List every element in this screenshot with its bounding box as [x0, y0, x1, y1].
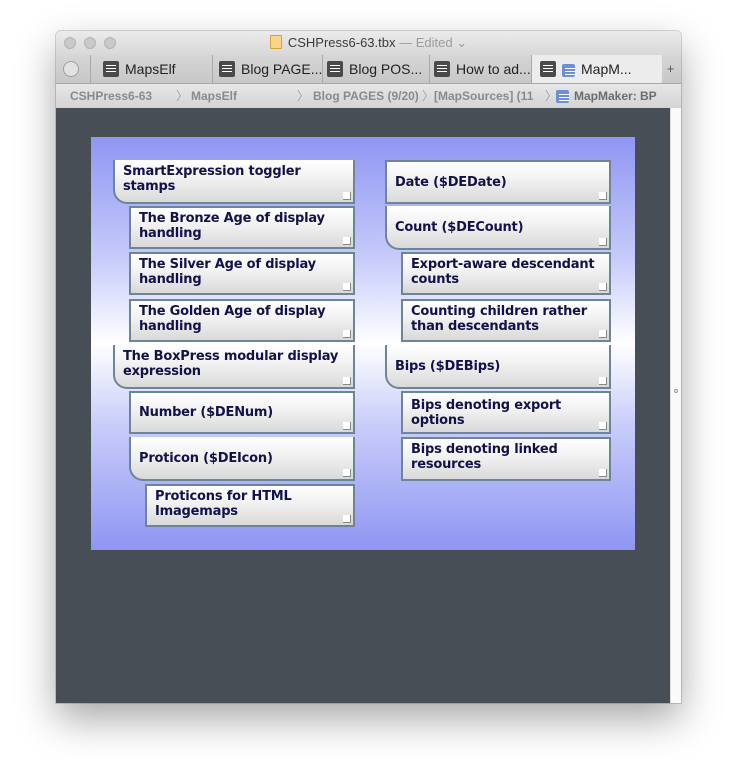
- tab-label: Blog PAGE...: [241, 61, 323, 77]
- chevron-down-icon[interactable]: ⌄: [456, 35, 467, 50]
- note-title: The BoxPress modular display expression: [123, 349, 339, 379]
- edited-status: — Edited: [399, 35, 453, 50]
- note-title: Bips denoting linked resources: [411, 442, 558, 472]
- resize-corner[interactable]: [599, 469, 607, 477]
- breadcrumb-label: Blog PAGES (9/20): [313, 89, 419, 103]
- map-note[interactable]: Export-aware descendant counts: [401, 252, 611, 295]
- map-note[interactable]: SmartExpression toggler stamps: [113, 160, 355, 204]
- note-title: SmartExpression toggler stamps: [123, 164, 301, 194]
- map-note[interactable]: Bips denoting export options: [401, 391, 611, 434]
- map-note[interactable]: Count ($DECount): [385, 206, 611, 250]
- breadcrumb-item[interactable]: MapMaker: BP: [556, 84, 670, 108]
- map-note[interactable]: Proticons for HTML Imagemaps: [145, 484, 355, 527]
- breadcrumb-item[interactable]: CSHPress6-63: [70, 84, 180, 108]
- tab-label: MapsElf: [125, 61, 176, 77]
- breadcrumb-label: CSHPress6-63: [70, 89, 153, 103]
- note-title: Date ($DEDate): [395, 174, 507, 190]
- new-tab-button[interactable]: +: [660, 55, 681, 83]
- breadcrumb-label: MapMaker: BP: [574, 89, 657, 103]
- tab-label: MapM...: [581, 61, 632, 77]
- note-title: Proticons for HTML Imagemaps: [155, 489, 292, 519]
- breadcrumb-item[interactable]: MapsElf: [191, 84, 301, 108]
- resize-corner[interactable]: [343, 237, 351, 245]
- outline-view-icon: [103, 61, 119, 77]
- note-title: The Bronze Age of display handling: [139, 211, 325, 241]
- note-title: Counting children rather than descendant…: [411, 304, 588, 334]
- map-note[interactable]: Bips denoting linked resources: [401, 437, 611, 481]
- tab-overview-button[interactable]: [63, 61, 79, 77]
- map-note[interactable]: Counting children rather than descendant…: [401, 299, 611, 342]
- map-note[interactable]: The BoxPress modular display expression: [113, 345, 355, 389]
- resize-corner[interactable]: [343, 192, 351, 200]
- resize-corner[interactable]: [343, 469, 351, 477]
- resize-corner[interactable]: [599, 422, 607, 430]
- window-title-group[interactable]: CSHPress6-63.tbx — Edited ⌄: [56, 35, 681, 51]
- resize-corner[interactable]: [599, 283, 607, 291]
- scroll-indicator[interactable]: [674, 389, 678, 393]
- outline-view-icon: [327, 61, 343, 77]
- map-adornment[interactable]: SmartExpression toggler stamps The Bronz…: [91, 137, 635, 550]
- map-note[interactable]: Proticon ($DEIcon): [129, 437, 355, 481]
- document-icon: [269, 35, 282, 49]
- tab-how-to[interactable]: How to ad...: [429, 55, 530, 83]
- note-title: Bips ($DEBips): [395, 358, 501, 374]
- chevron-right-icon: 〉: [176, 89, 189, 103]
- resize-corner[interactable]: [599, 192, 607, 200]
- note-title: Export-aware descendant counts: [411, 257, 595, 287]
- resize-corner[interactable]: [343, 377, 351, 385]
- resize-corner[interactable]: [343, 330, 351, 338]
- map-note[interactable]: The Golden Age of display handling: [129, 299, 355, 342]
- map-note[interactable]: Number ($DENum): [129, 391, 355, 434]
- map-note[interactable]: Date ($DEDate): [385, 160, 611, 204]
- resize-corner[interactable]: [343, 283, 351, 291]
- note-title: Count ($DECount): [395, 219, 524, 235]
- note-title: Proticon ($DEIcon): [139, 450, 273, 466]
- resize-corner[interactable]: [599, 377, 607, 385]
- note-title: The Golden Age of display handling: [139, 304, 326, 334]
- tab-blog-posts[interactable]: Blog POS...: [322, 55, 427, 83]
- app-window: CSHPress6-63.tbx — Edited ⌄ MapsElf Blog…: [56, 31, 681, 703]
- map-note[interactable]: The Silver Age of display handling: [129, 252, 355, 295]
- breadcrumb-item[interactable]: [MapSources] (11: [434, 84, 548, 108]
- note-title: Number ($DENum): [139, 405, 274, 420]
- resize-corner[interactable]: [599, 238, 607, 246]
- tab-mapmaker[interactable]: MapM...: [531, 55, 662, 83]
- map-view[interactable]: SmartExpression toggler stamps The Bronz…: [56, 108, 670, 703]
- tab-label: Blog POS...: [349, 61, 423, 77]
- title-bar[interactable]: CSHPress6-63.tbx — Edited ⌄: [56, 31, 681, 55]
- map-note[interactable]: The Bronze Age of display handling: [129, 206, 355, 249]
- resize-corner[interactable]: [343, 515, 351, 523]
- chevron-right-icon: 〉: [422, 89, 434, 103]
- map-view-icon: [540, 61, 556, 77]
- outline-view-icon: [219, 61, 235, 77]
- note-title: Bips denoting export options: [411, 397, 562, 428]
- breadcrumb-label: MapsElf: [191, 89, 238, 103]
- window-title: CSHPress6-63.tbx: [287, 35, 396, 50]
- outline-view-icon: [434, 61, 450, 77]
- attribute-badge-icon: [556, 90, 569, 103]
- breadcrumb-item[interactable]: Blog PAGES (9/20): [313, 84, 433, 108]
- resize-corner[interactable]: [343, 422, 351, 430]
- breadcrumb-label: [MapSources] (11: [434, 89, 534, 103]
- note-title: The Silver Age of display handling: [139, 257, 316, 287]
- tab-bar: MapsElf Blog PAGE... Blog POS... How to …: [56, 55, 681, 84]
- tab-label: How to ad...: [456, 61, 530, 77]
- vertical-scrollbar[interactable]: [670, 108, 681, 703]
- breadcrumb: CSHPress6-63 〉 MapsElf 〉 Blog PAGES (9/2…: [56, 84, 681, 109]
- tab-blog-pages[interactable]: Blog PAGE...: [212, 55, 323, 83]
- map-note[interactable]: Bips ($DEBips): [385, 345, 611, 389]
- chevron-right-icon: 〉: [297, 89, 310, 103]
- attribute-badge-icon: [562, 64, 575, 77]
- tab-mapself[interactable]: MapsElf: [90, 55, 213, 83]
- resize-corner[interactable]: [599, 330, 607, 338]
